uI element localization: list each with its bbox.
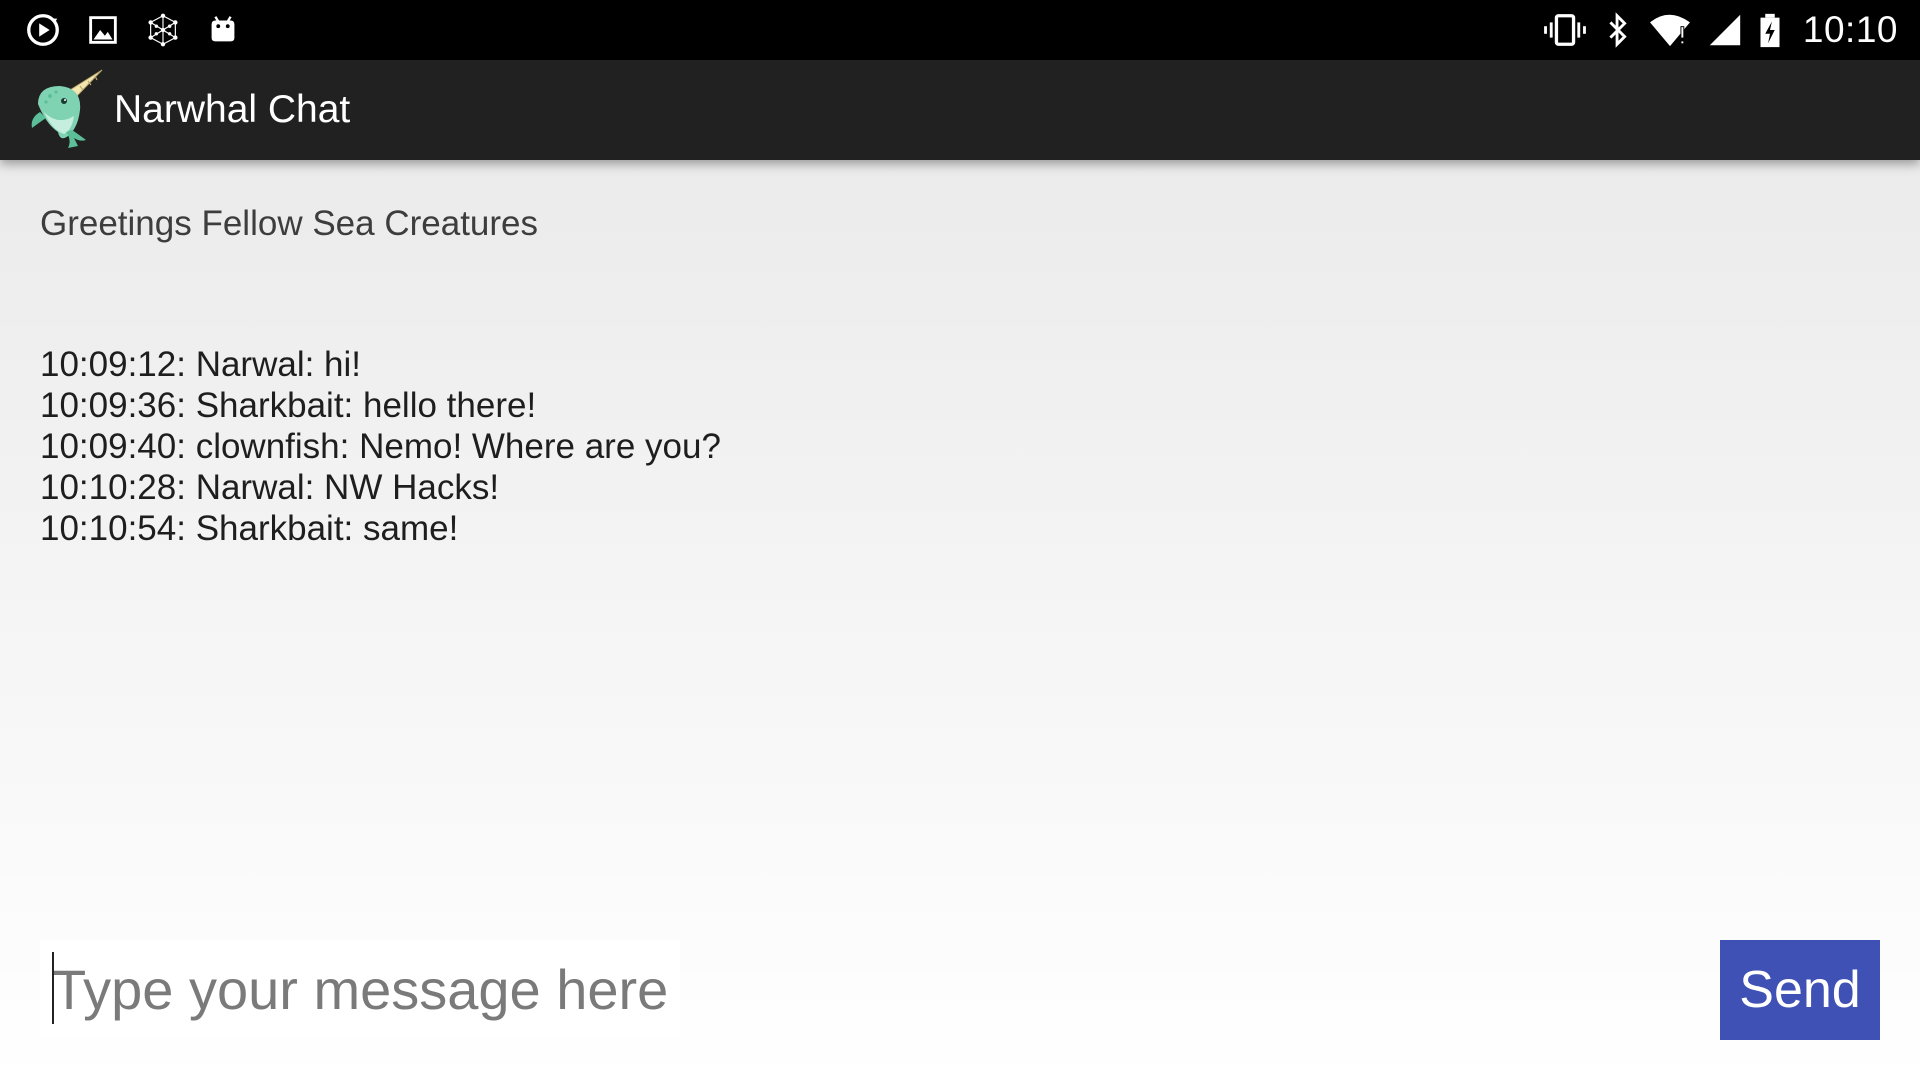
system-status: 10:10 bbox=[1541, 0, 1898, 60]
message-list: 10:09:12: Narwal: hi! 10:09:36: Sharkbai… bbox=[40, 344, 721, 549]
vibrate-icon bbox=[1544, 14, 1586, 46]
wifi-alert-icon bbox=[1649, 14, 1690, 47]
chat-message: 10:10:28: Narwal: NW Hacks! bbox=[40, 468, 500, 507]
app-bar: Narwhal Chat bbox=[0, 60, 1920, 160]
battery-charging-icon bbox=[1760, 13, 1780, 48]
signal-icon bbox=[1709, 14, 1741, 46]
chat-message: 10:09:12: Narwal: hi! bbox=[40, 345, 362, 384]
gallery-icon bbox=[89, 16, 117, 44]
narwhal-logo-icon bbox=[31, 69, 103, 148]
bluetooth-icon bbox=[1609, 12, 1627, 48]
android-icon bbox=[211, 16, 235, 42]
message-input[interactable] bbox=[52, 950, 672, 1028]
chat-message: 10:09:36: Sharkbait: hello there! bbox=[40, 386, 537, 425]
notification-icons bbox=[24, 10, 242, 50]
chat-area: Greetings Fellow Sea Creatures 10:09:12:… bbox=[0, 160, 1920, 1080]
play-sync-icon bbox=[27, 14, 59, 46]
greeting-text: Greetings Fellow Sea Creatures bbox=[40, 204, 538, 243]
send-button[interactable]: Send bbox=[1720, 940, 1880, 1040]
app-title: Narwhal Chat bbox=[114, 88, 351, 131]
network-icon bbox=[148, 13, 178, 47]
chat-message: 10:09:40: clownfish: Nemo! Where are you… bbox=[40, 427, 721, 466]
chat-message: 10:10:54: Sharkbait: same! bbox=[40, 509, 459, 548]
status-bar: 10:10 bbox=[0, 0, 1920, 60]
status-clock: 10:10 bbox=[1802, 9, 1898, 50]
text-cursor bbox=[52, 952, 54, 1024]
message-input-container bbox=[40, 940, 680, 1038]
